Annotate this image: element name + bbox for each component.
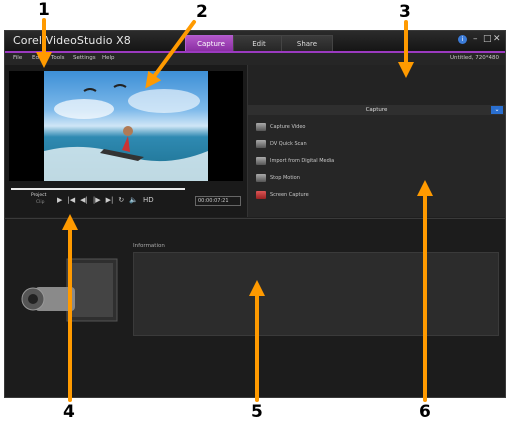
canvas: { "window": { "title": "Corel VideoStudi… [0, 0, 510, 427]
arrow-2 [145, 20, 196, 89]
annotation-arrows [36, 18, 433, 402]
